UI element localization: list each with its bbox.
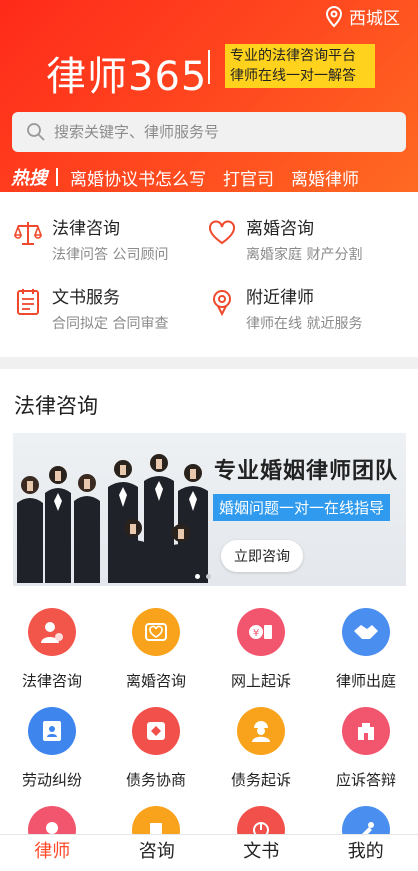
hot-keyword[interactable]: 打官司 bbox=[223, 165, 274, 190]
banner-headline: 专业婚姻律师团队 bbox=[214, 459, 399, 484]
service-subtitle: 合同拟定 合同审查 bbox=[52, 316, 169, 332]
brand-logo: 律师365 bbox=[46, 54, 208, 100]
location-pin-icon bbox=[213, 290, 231, 316]
section-title: 法律咨询 bbox=[14, 394, 98, 418]
slogan-line-2: 律师在线一对一解答 bbox=[230, 68, 356, 84]
hot-divider bbox=[56, 168, 58, 186]
grid-item-debt-lawsuit[interactable]: 债务起诉 bbox=[209, 707, 313, 790]
grid-label: 劳动纠纷 bbox=[21, 771, 82, 789]
service-subtitle: 法律问答 公司顾问 bbox=[52, 247, 169, 263]
lawyer-team-photo bbox=[17, 454, 208, 583]
handshake-icon bbox=[342, 608, 390, 656]
service-nearby-lawyer[interactable]: 附近律师 律师在线 就近服务 bbox=[208, 276, 362, 334]
grid-item-divorce-consult[interactable]: 离婚咨询 bbox=[104, 608, 208, 691]
money-file-icon: ¥ bbox=[237, 608, 285, 656]
hot-search-label: 热搜 bbox=[11, 168, 47, 189]
section-divider bbox=[0, 357, 418, 369]
slogan-line-1: 专业的法律咨询平台 bbox=[230, 48, 356, 64]
service-title: 附近律师 bbox=[246, 288, 314, 308]
grid-label: 离婚咨询 bbox=[125, 672, 186, 690]
grid-item-debt-negotiation[interactable]: 债务协商 bbox=[104, 707, 208, 790]
service-title: 法律咨询 bbox=[52, 219, 120, 239]
promo-banner[interactable]: 专业婚姻律师团队 婚姻问题一对一在线指导 立即咨询 bbox=[13, 433, 406, 586]
banner-subline: 婚姻问题一对一在线指导 bbox=[213, 494, 391, 521]
location-label: 西城区 bbox=[349, 9, 400, 29]
grid-item-labor-dispute[interactable]: 劳动纠纷 bbox=[0, 707, 104, 790]
svg-text:¥: ¥ bbox=[253, 628, 259, 639]
search-icon bbox=[27, 123, 45, 141]
service-title: 离婚咨询 bbox=[246, 219, 314, 239]
grid-label: 律师出庭 bbox=[335, 672, 396, 690]
worker-icon bbox=[237, 707, 285, 755]
pager-dot bbox=[206, 574, 211, 579]
location-pin-icon bbox=[325, 5, 343, 27]
banner-consult-button[interactable]: 立即咨询 bbox=[221, 540, 303, 572]
service-subtitle: 离婚家庭 财产分割 bbox=[246, 247, 363, 263]
hot-keyword[interactable]: 离婚律师 bbox=[291, 165, 359, 190]
diamond-icon bbox=[132, 707, 180, 755]
tab-consult[interactable]: 咨询 bbox=[105, 835, 210, 871]
brand-divider bbox=[208, 50, 210, 84]
search-bar[interactable] bbox=[12, 112, 406, 152]
tab-mine[interactable]: 我的 bbox=[314, 835, 418, 871]
grid-item-legal-consult[interactable]: 法律咨询 bbox=[0, 608, 104, 691]
hot-search-bar: 热搜 离婚协议书怎么写 打官司 离婚律师 bbox=[11, 164, 376, 190]
service-entries: 法律咨询 法律问答 公司顾问 离婚咨询 离婚家庭 财产分割 文书服务 合同拟定 … bbox=[0, 205, 418, 355]
grid-label: 应诉答辩 bbox=[335, 771, 396, 789]
grid-label: 网上起诉 bbox=[230, 672, 291, 690]
tab-documents[interactable]: 文书 bbox=[209, 835, 314, 871]
scales-icon bbox=[14, 222, 42, 245]
grid-item-online-sue[interactable]: ¥ 网上起诉 bbox=[209, 608, 313, 691]
hot-keyword[interactable]: 离婚协议书怎么写 bbox=[70, 165, 206, 190]
tab-lawyer[interactable]: 律师 bbox=[0, 835, 105, 871]
heart-icon bbox=[209, 220, 235, 245]
id-card-icon bbox=[28, 707, 76, 755]
grid-item-defense[interactable]: 应诉答辩 bbox=[314, 707, 418, 790]
slogan-box: 专业的法律咨询平台 律师在线一对一解答 bbox=[225, 44, 375, 88]
grid-label: 法律咨询 bbox=[21, 672, 82, 690]
building-icon bbox=[342, 707, 390, 755]
grid-label: 债务协商 bbox=[125, 771, 186, 789]
location-selector[interactable]: 西城区 bbox=[325, 4, 400, 29]
user-chat-icon bbox=[28, 608, 76, 656]
grid-label: 债务起诉 bbox=[230, 771, 291, 789]
bottom-tab-bar: 律师 咨询 文书 我的 bbox=[0, 834, 418, 871]
document-icon bbox=[17, 289, 39, 315]
service-title: 文书服务 bbox=[52, 288, 120, 308]
service-documents[interactable]: 文书服务 合同拟定 合同审查 bbox=[14, 276, 168, 334]
service-divorce-consult[interactable]: 离婚咨询 离婚家庭 财产分割 bbox=[208, 207, 362, 265]
banner-pager bbox=[192, 574, 214, 579]
app-screen: 西城区 律师365 专业的法律咨询平台 律师在线一对一解答 热搜 离婚协议书怎么… bbox=[0, 0, 418, 871]
service-legal-consult[interactable]: 法律咨询 法律问答 公司顾问 bbox=[14, 207, 168, 265]
pager-dot-active bbox=[195, 574, 200, 579]
heart-icon bbox=[132, 608, 180, 656]
search-input[interactable] bbox=[54, 123, 374, 141]
grid-item-court-appearance[interactable]: 律师出庭 bbox=[314, 608, 418, 691]
hero-header: 西城区 律师365 专业的法律咨询平台 律师在线一对一解答 热搜 离婚协议书怎么… bbox=[0, 0, 418, 192]
service-subtitle: 律师在线 就近服务 bbox=[246, 316, 363, 332]
